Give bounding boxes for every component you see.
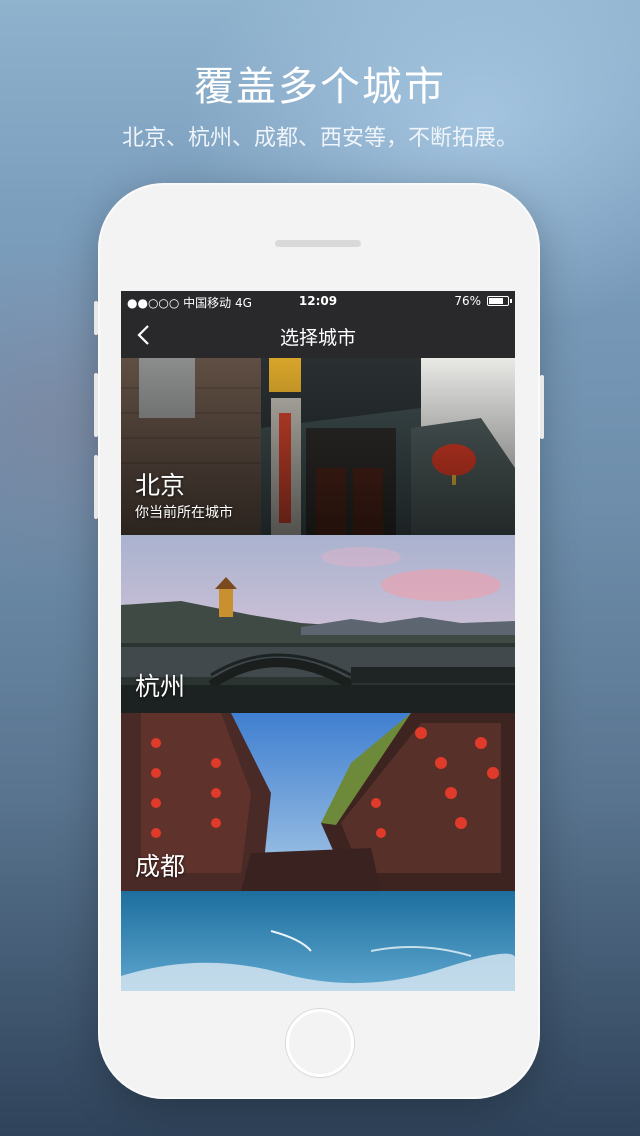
subline: 北京、杭州、成都、西安等，不断拓展。 (121, 126, 518, 151)
mute-switch (94, 301, 98, 335)
city-card-beijing[interactable]: 北京 你当前所在城市 (121, 358, 515, 535)
phone-screen: ●●○○○ 中国移动 4G 12:09 76% 选择城市 北京 你当前所在城市 … (121, 291, 515, 991)
earpiece-speaker (275, 240, 361, 247)
home-button[interactable] (286, 1009, 354, 1077)
city-name: 成都 (135, 852, 186, 881)
status-bar: ●●○○○ 中国移动 4G 12:09 76% (121, 291, 515, 311)
city-name: 北京 (135, 471, 186, 500)
nav-title: 选择城市 (279, 327, 356, 349)
city-name: 杭州 (135, 672, 186, 701)
city-card-hangzhou[interactable]: 杭州 (121, 535, 515, 713)
battery-percent: 76% (454, 294, 481, 308)
power-button (540, 375, 544, 439)
battery-icon (487, 296, 512, 306)
city-photo (121, 891, 515, 991)
phone-frame: ●●○○○ 中国移动 4G 12:09 76% 选择城市 北京 你当前所在城市 … (94, 183, 544, 1099)
volume-up-button (94, 373, 98, 437)
headline: 覆盖多个城市 (194, 64, 446, 110)
nav-bar: 选择城市 (121, 311, 515, 358)
current-city-label: 你当前所在城市 (135, 505, 233, 521)
volume-down-button (94, 455, 98, 519)
city-card-4[interactable] (121, 891, 515, 991)
city-card-chengdu[interactable]: 成都 (121, 713, 515, 891)
